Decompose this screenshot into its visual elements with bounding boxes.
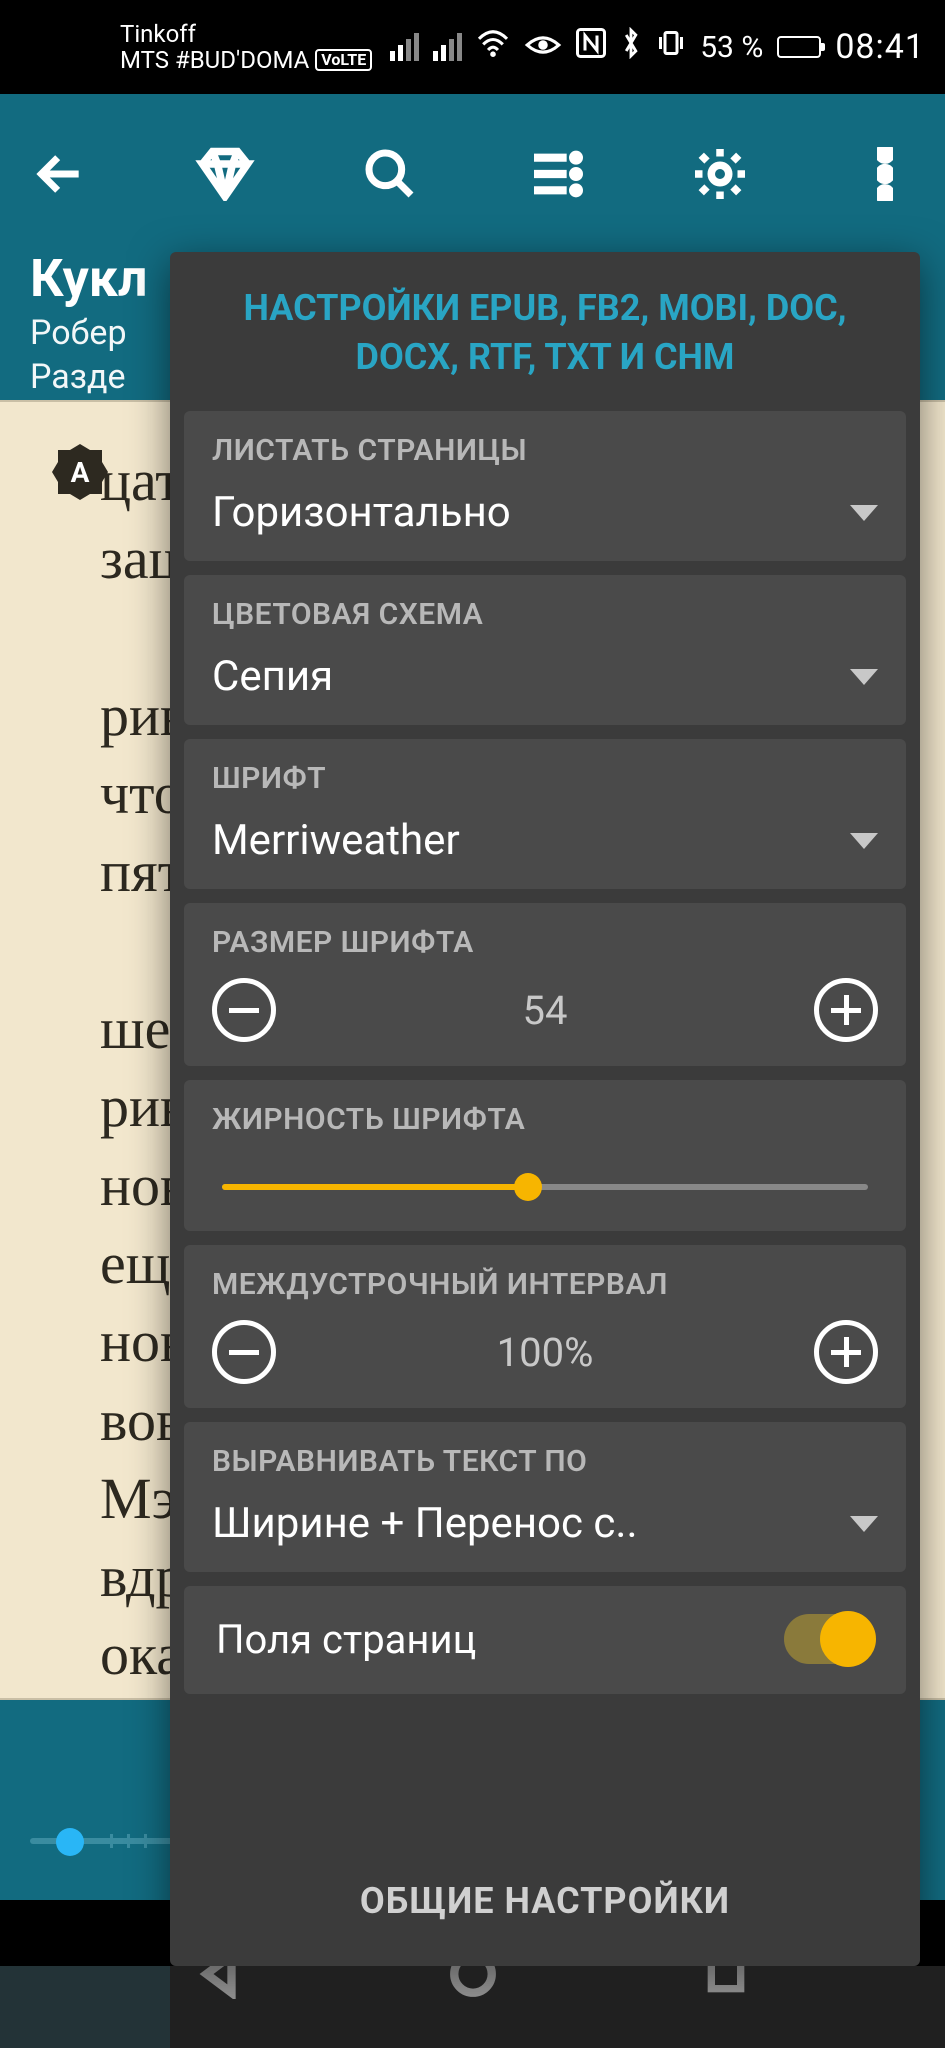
battery-icon: [777, 36, 821, 58]
increase-line-spacing-button[interactable]: [814, 1320, 878, 1384]
justify-label: ВЫРАВНИВАТЬ ТЕКСТ ПО: [212, 1444, 878, 1479]
chevron-down-icon: [850, 505, 878, 521]
bluetooth-icon: [620, 27, 642, 67]
font-setting[interactable]: ШРИФТ Merriweather: [184, 739, 906, 889]
font-label: ШРИФТ: [212, 761, 878, 796]
font-weight-setting: ЖИРНОСТЬ ШРИФТА: [184, 1080, 906, 1231]
margins-toggle[interactable]: [784, 1614, 874, 1664]
fontsize-label: РАЗМЕР ШРИФТА: [212, 925, 878, 960]
font-weight-slider[interactable]: [212, 1167, 878, 1207]
signal-1-icon: [390, 33, 419, 61]
status-carriers: Tinkoff MTS #BUD'DOMA VoLTE: [120, 21, 372, 74]
chevron-down-icon: [850, 669, 878, 685]
status-bar: Tinkoff MTS #BUD'DOMA VoLTE 53 % 08:41: [0, 0, 945, 94]
contents-button[interactable]: [525, 144, 585, 204]
paging-label: ЛИСТАТЬ СТРАНИЦЫ: [212, 433, 878, 468]
paging-setting[interactable]: ЛИСТАТЬ СТРАНИЦЫ Горизонтально: [184, 411, 906, 561]
scheme-label: ЦВЕТОВАЯ СХЕМА: [212, 597, 878, 632]
eye-icon: [524, 30, 562, 65]
margins-label: Поля страниц: [216, 1616, 476, 1663]
text-justify-setting[interactable]: ВЫРАВНИВАТЬ ТЕКСТ ПО Ширине + Перенос с.…: [184, 1422, 906, 1572]
linespace-label: МЕЖДУСТРОЧНЫЙ ИНТЕРВАЛ: [212, 1267, 878, 1302]
line-spacing-setting: МЕЖДУСТРОЧНЫЙ ИНТЕРВАЛ 100%: [184, 1245, 906, 1408]
settings-button[interactable]: [690, 144, 750, 204]
popup-title: НАСТРОЙКИ EPUB, FB2, MOBI, DOC, DOCX, RT…: [170, 252, 920, 411]
status-right: 53 % 08:41: [390, 27, 925, 67]
decrease-line-spacing-button[interactable]: [212, 1320, 276, 1384]
paging-value: Горизонтально: [212, 488, 511, 537]
signal-2-icon: [433, 33, 462, 61]
toolbar: [30, 114, 915, 234]
vibrate-icon: [656, 28, 686, 66]
nfc-icon: [576, 28, 606, 66]
color-scheme-setting[interactable]: ЦВЕТОВАЯ СХЕМА Сепия: [184, 575, 906, 725]
overflow-menu-button[interactable]: [855, 144, 915, 204]
page-margins-setting[interactable]: Поля страниц: [184, 1586, 906, 1694]
general-settings-button[interactable]: ОБЩИЕ НАСТРОЙКИ: [170, 1840, 920, 1966]
nav-blur: [0, 1966, 945, 2048]
chevron-down-icon: [850, 1516, 878, 1532]
volte-badge: VoLTE: [315, 49, 372, 71]
justify-value: Ширине + Перенос с..: [212, 1499, 638, 1548]
weight-label: ЖИРНОСТЬ ШРИФТА: [212, 1102, 878, 1137]
auto-brightness-icon[interactable]: A: [50, 442, 110, 502]
carrier-1: Tinkoff: [120, 21, 372, 47]
chevron-down-icon: [850, 833, 878, 849]
font-size-setting: РАЗМЕР ШРИФТА 54: [184, 903, 906, 1066]
scheme-value: Сепия: [212, 652, 333, 701]
wifi-icon: [476, 29, 510, 65]
battery-pct: 53 %: [700, 30, 763, 65]
premium-diamond-icon[interactable]: [195, 144, 255, 204]
decrease-font-size-button[interactable]: [212, 978, 276, 1042]
carrier-2: MTS #BUD'DOMA: [120, 47, 309, 73]
linespace-value: 100%: [497, 1329, 594, 1376]
increase-font-size-button[interactable]: [814, 978, 878, 1042]
clock: 08:41: [835, 27, 925, 67]
font-value: Merriweather: [212, 816, 460, 865]
fontsize-value: 54: [523, 987, 568, 1034]
back-button[interactable]: [30, 144, 90, 204]
search-button[interactable]: [360, 144, 420, 204]
format-settings-popup: НАСТРОЙКИ EPUB, FB2, MOBI, DOC, DOCX, RT…: [170, 252, 920, 1966]
